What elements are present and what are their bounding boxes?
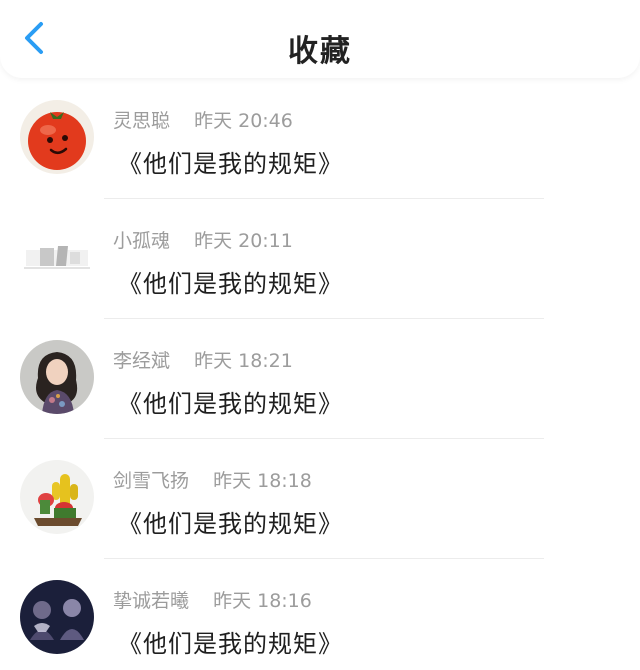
favorite-item[interactable]: 小孤魂 昨天 20:11 《他们是我的规矩》 (0, 210, 640, 330)
favorite-item[interactable]: 灵思聪 昨天 20:46 《他们是我的规矩》 (0, 90, 640, 210)
item-meta: 李经斌 昨天 18:21 (113, 346, 293, 373)
avatar[interactable] (20, 220, 94, 294)
timestamp: 昨天 18:16 (213, 590, 312, 612)
message-text[interactable]: 《他们是我的规矩》 (118, 504, 343, 539)
top-bar: 收藏 (0, 0, 640, 78)
message-text[interactable]: 《他们是我的规矩》 (118, 264, 343, 299)
message-text[interactable]: 《他们是我的规矩》 (118, 624, 343, 659)
sender-name[interactable]: 灵思聪 (113, 110, 170, 132)
favorite-item[interactable]: 李经斌 昨天 18:21 《他们是我的规矩》 (0, 330, 640, 450)
divider (104, 318, 544, 319)
favorite-item[interactable]: 挚诚若曦 昨天 18:16 《他们是我的规矩》 (0, 570, 640, 670)
page-title: 收藏 (288, 34, 352, 69)
favorite-item[interactable]: 剑雪飞扬 昨天 18:18 《他们是我的规矩》 (0, 450, 640, 570)
cactus-avatar-icon (20, 460, 94, 534)
woman-portrait-avatar-icon (20, 340, 94, 414)
divider (104, 438, 544, 439)
timestamp: 昨天 18:18 (213, 470, 312, 492)
divider (104, 198, 544, 199)
avatar[interactable] (20, 100, 94, 174)
sender-name[interactable]: 小孤魂 (113, 230, 170, 252)
favorites-list: 灵思聪 昨天 20:46 《他们是我的规矩》 小孤魂 昨天 20:11 《他们是… (0, 90, 640, 670)
avatar[interactable] (20, 580, 94, 654)
sender-name[interactable]: 李经斌 (113, 350, 170, 372)
favorites-page: 收藏 灵思聪 昨天 20:46 《他们是我的规矩》 小孤魂 昨天 20:11 《… (0, 0, 640, 670)
item-meta: 挚诚若曦 昨天 18:16 (113, 586, 312, 613)
timestamp: 昨天 20:46 (194, 110, 293, 132)
avatar[interactable] (20, 340, 94, 414)
sender-name[interactable]: 剑雪飞扬 (113, 470, 189, 492)
grey-sketch-avatar-icon (20, 220, 94, 294)
sender-name[interactable]: 挚诚若曦 (113, 590, 189, 612)
dark-stage-avatar-icon (20, 580, 94, 654)
message-text[interactable]: 《他们是我的规矩》 (118, 144, 343, 179)
item-meta: 小孤魂 昨天 20:11 (113, 226, 293, 253)
timestamp: 昨天 18:21 (194, 350, 293, 372)
avatar[interactable] (20, 460, 94, 534)
divider (104, 558, 544, 559)
tomato-avatar-icon (20, 100, 94, 174)
message-text[interactable]: 《他们是我的规矩》 (118, 384, 343, 419)
item-meta: 灵思聪 昨天 20:46 (113, 106, 293, 133)
item-meta: 剑雪飞扬 昨天 18:18 (113, 466, 312, 493)
timestamp: 昨天 20:11 (194, 230, 293, 252)
